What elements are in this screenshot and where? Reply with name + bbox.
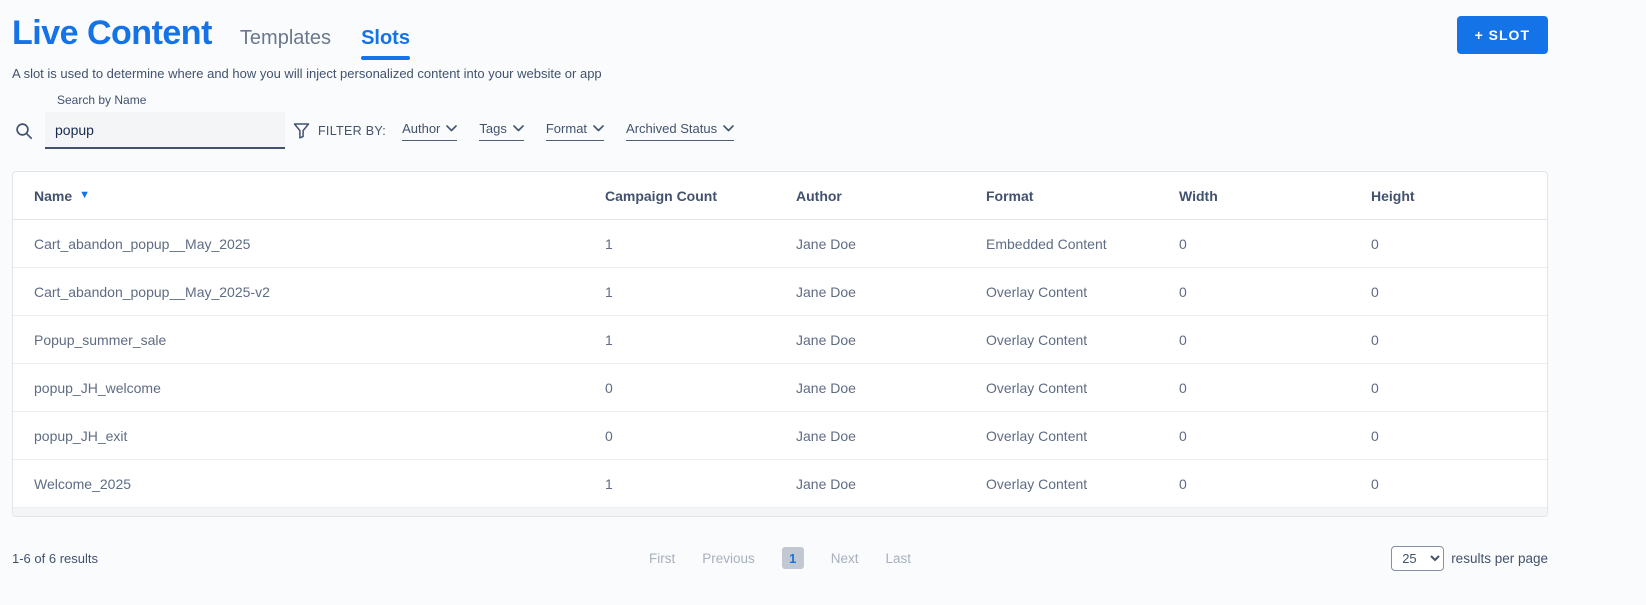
chevron-down-icon — [446, 124, 458, 132]
previous-page-button[interactable]: Previous — [702, 551, 755, 566]
cell-format: Overlay Content — [986, 427, 1088, 444]
pagination-bar: 1-6 of 6 results First Previous 1 Next L… — [12, 545, 1548, 571]
cell-name[interactable]: Popup_summer_sale — [34, 332, 605, 348]
filter-tags[interactable]: Tags — [479, 120, 524, 141]
tab-slots[interactable]: Slots — [361, 27, 410, 60]
sort-descending-icon: ▼ — [79, 189, 91, 201]
search-field: Search by Name — [45, 93, 285, 149]
search-label: Search by Name — [57, 93, 147, 107]
first-page-button[interactable]: First — [649, 551, 675, 566]
slots-table: Name ▼ Campaign Count Author Format Widt… — [12, 171, 1548, 517]
last-page-button[interactable]: Last — [886, 551, 912, 566]
per-page-select[interactable]: 25 — [1391, 545, 1445, 571]
results-per-page: 25 results per page — [1391, 545, 1548, 571]
cell-author: Jane Doe — [796, 475, 856, 492]
cell-format: Overlay Content — [986, 379, 1088, 396]
cell-author: Jane Doe — [796, 235, 856, 252]
filter-author[interactable]: Author — [402, 120, 458, 141]
cell-campaign-count: 1 — [605, 475, 613, 492]
cell-author: Jane Doe — [796, 331, 856, 348]
column-header-campaign-count[interactable]: Campaign Count — [605, 188, 796, 204]
cell-author: Jane Doe — [796, 283, 856, 300]
cell-format: Overlay Content — [986, 475, 1088, 492]
page-header: Live Content Templates Slots + SLOT — [12, 14, 1548, 60]
column-header-format[interactable]: Format — [986, 188, 1179, 204]
column-header-name-label: Name — [34, 187, 73, 204]
cell-author: Jane Doe — [796, 427, 856, 444]
search-icon — [12, 112, 45, 149]
chevron-down-icon — [513, 124, 524, 132]
cell-author: Jane Doe — [796, 379, 856, 396]
filter-archived-status-label: Archived Status — [626, 120, 718, 136]
cell-name[interactable]: Welcome_2025 — [34, 476, 605, 492]
column-header-author[interactable]: Author — [796, 188, 986, 204]
table-row[interactable]: Welcome_2025 1 Jane Doe Overlay Content … — [13, 460, 1547, 508]
filter-archived-status[interactable]: Archived Status — [626, 120, 735, 141]
cell-format: Embedded Content — [986, 235, 1107, 252]
table-header-row: Name ▼ Campaign Count Author Format Widt… — [13, 172, 1547, 220]
cell-width: 0 — [1179, 235, 1187, 252]
next-page-button[interactable]: Next — [831, 551, 859, 566]
table-row[interactable]: popup_JH_exit 0 Jane Doe Overlay Content… — [13, 412, 1547, 460]
filter-by-label: FILTER BY: — [318, 123, 387, 138]
table-row[interactable]: Cart_abandon_popup__May_2025 1 Jane Doe … — [13, 220, 1547, 268]
column-header-name[interactable]: Name ▼ — [34, 188, 605, 204]
tab-templates[interactable]: Templates — [240, 27, 331, 60]
search-input[interactable] — [45, 112, 285, 149]
table-row[interactable]: Popup_summer_sale 1 Jane Doe Overlay Con… — [13, 316, 1547, 364]
table-row[interactable]: popup_JH_welcome 0 Jane Doe Overlay Cont… — [13, 364, 1547, 412]
cell-name[interactable]: Cart_abandon_popup__May_2025 — [34, 236, 605, 252]
cell-name[interactable]: popup_JH_welcome — [34, 380, 605, 396]
cell-campaign-count: 1 — [605, 283, 613, 300]
per-page-suffix-label: results per page — [1451, 550, 1548, 566]
cell-width: 0 — [1179, 283, 1187, 300]
column-header-height[interactable]: Height — [1371, 188, 1526, 204]
column-header-width[interactable]: Width — [1179, 188, 1371, 204]
cell-format: Overlay Content — [986, 331, 1088, 348]
cell-width: 0 — [1179, 427, 1187, 444]
page-buttons: First Previous 1 Next Last — [649, 547, 911, 569]
cell-campaign-count: 1 — [605, 331, 613, 348]
filter-tags-label: Tags — [479, 120, 507, 136]
cell-name[interactable]: Cart_abandon_popup__May_2025-v2 — [34, 284, 605, 300]
cell-campaign-count: 1 — [605, 235, 613, 252]
filter-format-label: Format — [545, 120, 588, 136]
cell-height: 0 — [1371, 475, 1379, 492]
title-and-tabs: Live Content Templates Slots — [12, 14, 410, 60]
cell-name[interactable]: popup_JH_exit — [34, 428, 605, 444]
cell-height: 0 — [1371, 331, 1379, 348]
cell-height: 0 — [1371, 379, 1379, 396]
cell-height: 0 — [1371, 427, 1379, 444]
chevron-down-icon — [593, 124, 604, 132]
filter-format[interactable]: Format — [545, 120, 605, 141]
filter-bar: FILTER BY: Author Tags Format Archived S… — [293, 112, 756, 149]
page-subtitle: A slot is used to determine where and ho… — [12, 66, 602, 81]
search-and-filter-bar: Search by Name FILTER BY: Author Tags — [12, 93, 1548, 149]
filter-author-label: Author — [402, 120, 441, 136]
cell-campaign-count: 0 — [605, 379, 613, 396]
tab-bar: Templates Slots — [240, 27, 410, 60]
live-content-page: Live Content Templates Slots + SLOT A sl… — [0, 0, 1646, 571]
add-slot-button[interactable]: + SLOT — [1456, 16, 1548, 54]
cell-width: 0 — [1179, 379, 1187, 396]
cell-width: 0 — [1179, 475, 1187, 492]
table-row[interactable]: Cart_abandon_popup__May_2025-v2 1 Jane D… — [13, 268, 1547, 316]
filter-funnel-icon — [293, 122, 310, 139]
cell-campaign-count: 0 — [605, 427, 613, 444]
cell-height: 0 — [1371, 235, 1379, 252]
cell-height: 0 — [1371, 283, 1379, 300]
results-summary: 1-6 of 6 results — [12, 550, 98, 566]
cell-width: 0 — [1179, 331, 1187, 348]
page-title: Live Content — [12, 14, 212, 52]
table-footer-strip — [13, 508, 1547, 516]
cell-format: Overlay Content — [986, 283, 1088, 300]
chevron-down-icon — [723, 124, 734, 132]
current-page-button[interactable]: 1 — [781, 547, 804, 569]
